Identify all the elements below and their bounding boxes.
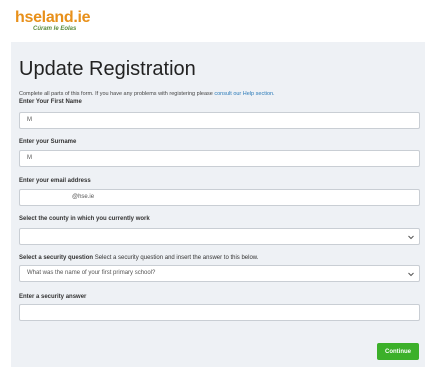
page-title: Update Registration xyxy=(19,58,196,80)
email-input[interactable]: @hse.ie xyxy=(19,189,420,206)
county-label: Select the county in which you currently… xyxy=(19,216,150,222)
continue-button[interactable]: Continue xyxy=(377,343,419,360)
intro-text: Complete all parts of this form. If you … xyxy=(19,91,213,97)
security-question-selected-value: What was the name of your first primary … xyxy=(27,270,156,276)
email-label: Enter your email address xyxy=(19,178,91,184)
surname-label: Enter your Surname xyxy=(19,139,77,145)
chevron-down-icon xyxy=(408,272,414,277)
chevron-down-icon xyxy=(408,235,414,240)
security-question-label: Select a security question Select a secu… xyxy=(19,255,258,261)
logo-wordmark: hseland.ie xyxy=(15,9,91,26)
logo-tagline: Cúram le Eolas xyxy=(33,26,77,32)
hseland-logo[interactable]: hseland.ie Cúram le Eolas xyxy=(15,9,105,35)
first-name-input[interactable]: M xyxy=(19,112,420,129)
security-question-select[interactable]: What was the name of your first primary … xyxy=(19,265,420,282)
security-answer-label: Enter a security answer xyxy=(19,294,87,300)
help-section-link[interactable]: consult our Help section. xyxy=(214,91,274,97)
county-select[interactable] xyxy=(19,228,420,245)
security-question-note: Select a security question and insert th… xyxy=(94,255,259,261)
security-question-label-text: Select a security question xyxy=(19,255,94,261)
security-answer-input[interactable] xyxy=(19,304,420,321)
registration-form-panel: Update Registration Complete all parts o… xyxy=(11,42,425,367)
surname-input[interactable]: M xyxy=(19,150,420,167)
form-intro: Complete all parts of this form. If you … xyxy=(19,91,275,97)
first-name-label: Enter Your First Name xyxy=(19,99,82,105)
